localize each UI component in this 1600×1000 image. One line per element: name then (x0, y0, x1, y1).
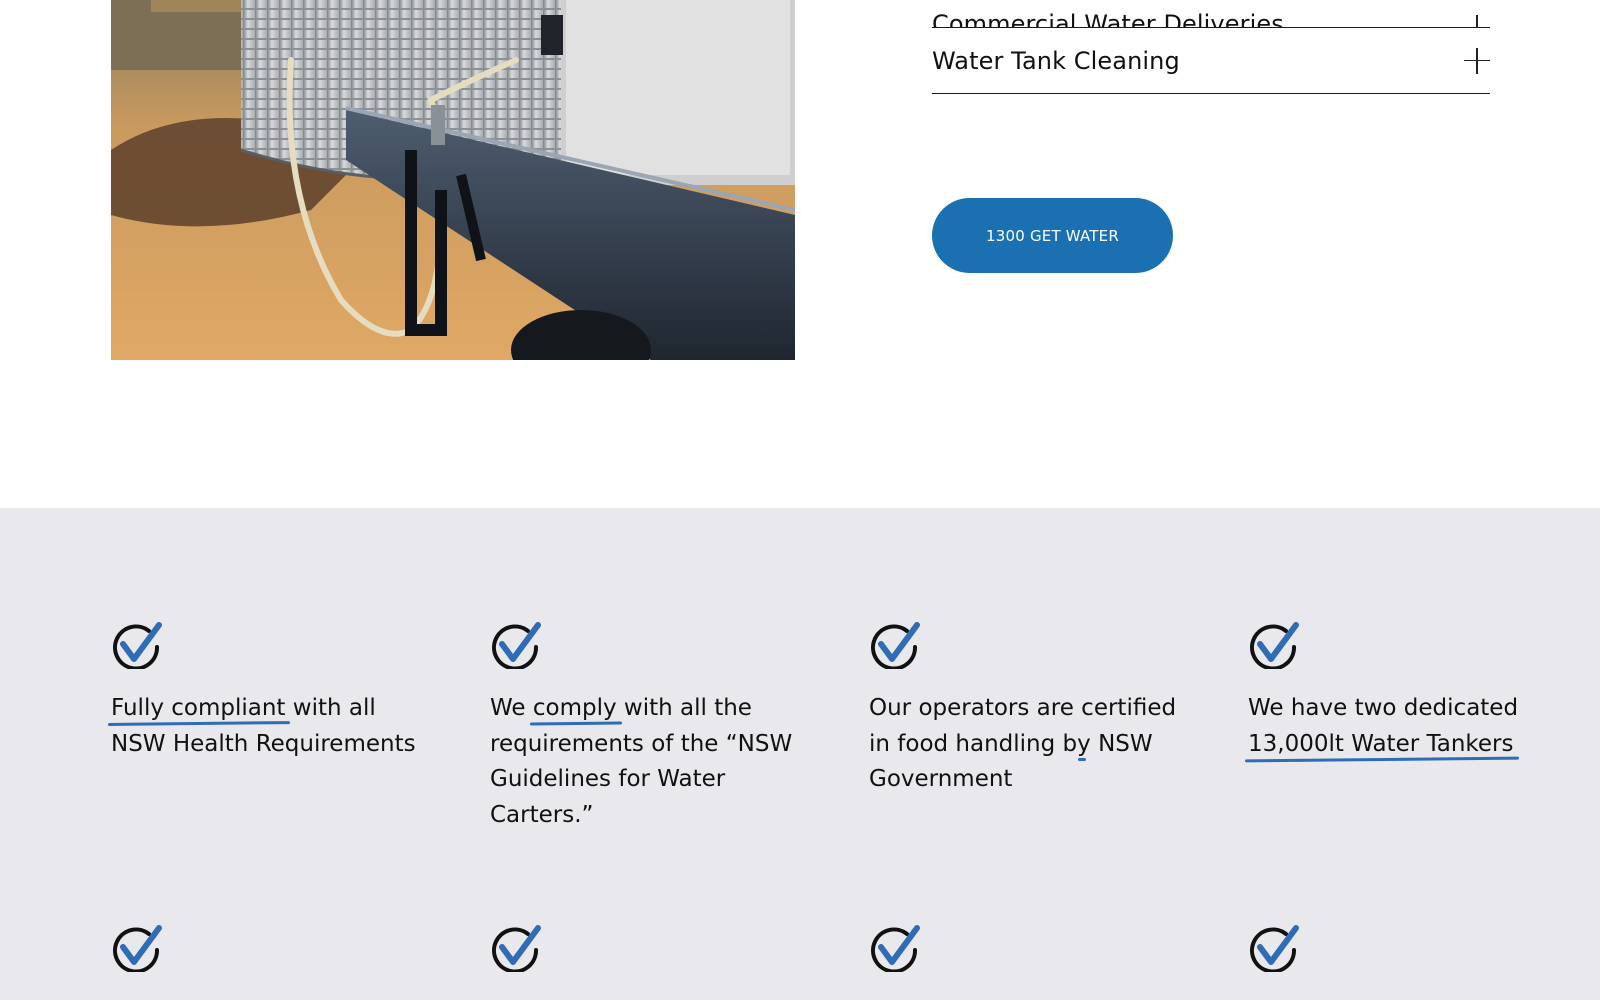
check-circle-icon (113, 925, 162, 972)
plus-icon[interactable] (1464, 15, 1490, 27)
check-circle-icon (492, 622, 541, 669)
features-section: Fully compliant with all NSW Health Requ… (0, 508, 1600, 1000)
accordion-item-label: Water Tank Cleaning (932, 46, 1180, 75)
feature-highlight: comply (532, 695, 617, 721)
feature-text: We have two dedicated 13,000lt Water Tan… (1248, 691, 1588, 762)
feature-item: We comply with all the requirements of t… (490, 621, 810, 833)
feature-text: We comply with all the requirements of t… (490, 691, 810, 833)
water-tanker-photo-illustration (111, 0, 795, 360)
accordion-item-water-tank-cleaning[interactable]: Water Tank Cleaning (932, 28, 1490, 94)
plus-icon[interactable] (1464, 47, 1490, 74)
feature-text-part: We have two dedicated (1248, 695, 1519, 721)
feature-item: Our operators are certified in food hand… (869, 621, 1189, 798)
feature-text-part: We (490, 695, 533, 721)
feature-highlight: 13,000lt Water Tankers (1248, 730, 1514, 757)
feature-highlight: Fully compliant (111, 695, 286, 721)
accordion-item-label: Commercial Water Deliveries (932, 10, 1284, 28)
check-circle-icon (113, 622, 162, 669)
feature-text: Our operators are certified in food hand… (869, 691, 1189, 798)
check-circle-icon (492, 925, 541, 972)
accordion-item-commercial-water-deliveries[interactable]: Commercial Water Deliveries (932, 0, 1490, 28)
call-now-button[interactable]: 1300 GET WATER (932, 198, 1173, 273)
check-circle-icon (871, 622, 920, 669)
services-accordion: Commercial Water Deliveries Water Tank C… (932, 0, 1490, 94)
feature-item: We have two dedicated 13,000lt Water Tan… (1248, 621, 1588, 762)
check-circle-icon (1250, 622, 1299, 669)
water-tanker-photo (111, 0, 795, 360)
check-circle-icon (1250, 925, 1299, 972)
check-circle-icon (871, 925, 920, 972)
feature-text: Fully compliant with all NSW Health Requ… (111, 691, 431, 762)
feature-text-part: Our operators are (869, 695, 1082, 721)
feature-item: Fully compliant with all NSW Health Requ… (111, 621, 431, 762)
